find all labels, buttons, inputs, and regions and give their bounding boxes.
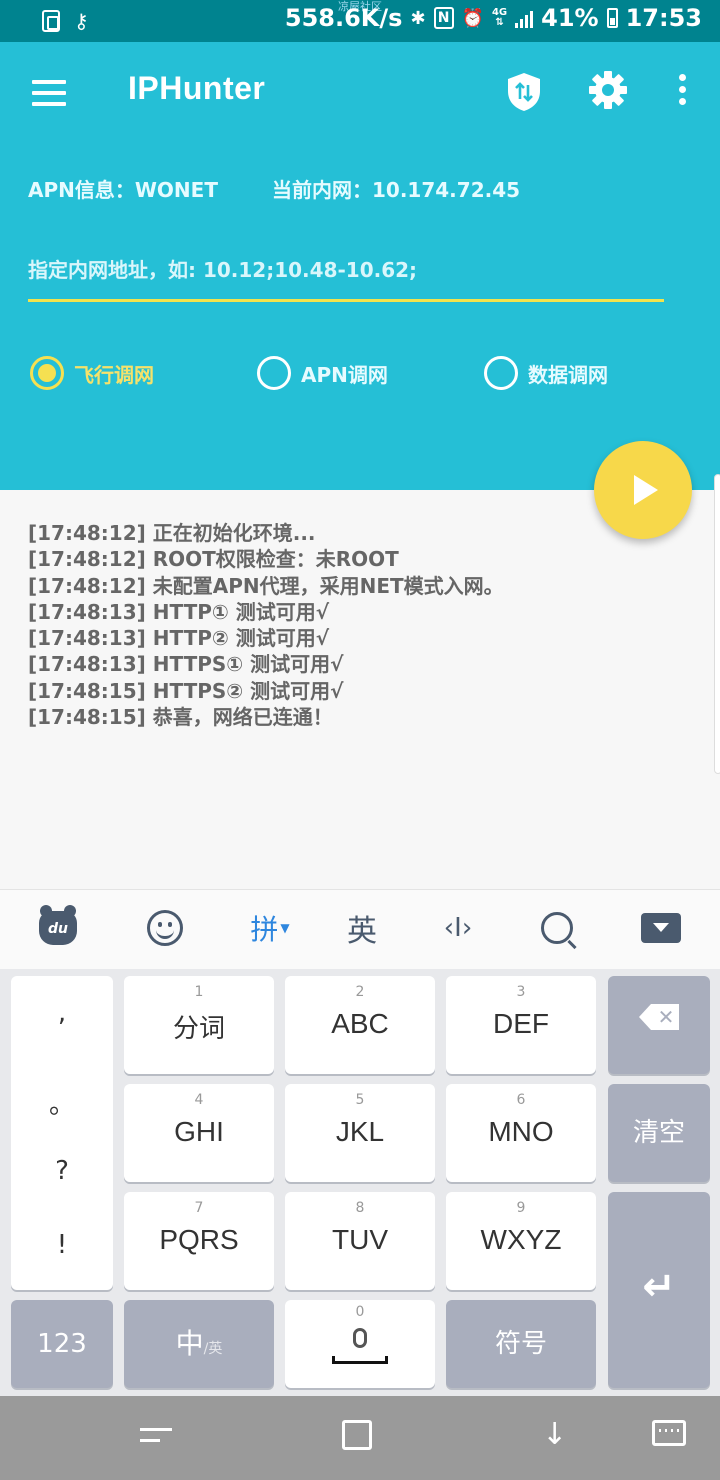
keyboard-toolbar: du 拼 ▼ 英 ‹I› — [0, 889, 720, 969]
log-line: [17:48:15] HTTPS② 测试可用√ — [28, 678, 344, 703]
cursor-move-icon[interactable]: ‹I› — [438, 906, 478, 950]
key-6-mno[interactable]: 6 MNO — [446, 1084, 596, 1182]
mode-data-radio[interactable]: 数据调网 — [484, 356, 608, 390]
back-icon[interactable]: ↓ — [542, 1420, 574, 1456]
search-icon[interactable] — [538, 906, 576, 950]
signal-icon — [515, 8, 534, 28]
backspace-key[interactable]: ✕ — [608, 976, 710, 1074]
gear-icon[interactable] — [588, 70, 628, 110]
mode-apn-label: APN调网 — [301, 362, 388, 387]
log-line: [17:48:13] HTTPS① 测试可用√ — [28, 652, 344, 677]
alarm-icon: ⏰ — [461, 7, 484, 29]
nfc-icon: N — [433, 7, 454, 29]
radio-unselected-icon — [257, 356, 291, 390]
keyboard-switch-icon[interactable] — [652, 1420, 686, 1446]
log-line: [17:48:12] 未配置APN代理，采用NET模式入网。 — [28, 573, 504, 598]
battery-icon — [606, 8, 618, 28]
log-line: [17:48:13] HTTP① 测试可用√ — [28, 599, 330, 624]
battery-percent: 41% — [541, 4, 599, 32]
pinyin-mode-button[interactable]: 拼 ▼ — [240, 906, 300, 950]
key-7-pqrs[interactable]: 7 PQRS — [124, 1192, 274, 1290]
key-1-fenci[interactable]: 1 分词 — [124, 976, 274, 1074]
hide-keyboard-icon[interactable] — [640, 906, 682, 950]
punct-period-key[interactable]: 。 — [11, 1084, 113, 1121]
mode-airplane-radio[interactable]: 飞行调网 — [30, 356, 154, 390]
status-left-icons: ⚷ — [42, 10, 89, 32]
clear-key[interactable]: 清空 — [608, 1084, 710, 1182]
symbols-key[interactable]: 符号 — [446, 1300, 596, 1388]
log-panel: [17:48:12] 正在初始化环境... [17:48:12] ROOT权限检… — [28, 520, 628, 730]
microphone-icon — [353, 1328, 367, 1348]
recent-apps-icon[interactable] — [140, 1420, 172, 1456]
log-line: [17:48:12] ROOT权限检查：未ROOT — [28, 547, 399, 572]
lang-switch-key[interactable]: 中/英 — [124, 1300, 274, 1388]
num-switch-key[interactable]: 123 — [11, 1300, 113, 1388]
side-panel-handle[interactable] — [714, 474, 720, 774]
log-line: [17:48:13] HTTP② 测试可用√ — [28, 626, 330, 651]
radio-selected-icon — [30, 356, 64, 390]
menu-icon[interactable] — [32, 80, 66, 106]
mode-airplane-label: 飞行调网 — [74, 362, 154, 387]
more-vert-icon[interactable] — [670, 74, 694, 108]
backspace-icon: ✕ — [639, 1004, 679, 1030]
mode-data-label: 数据调网 — [528, 362, 608, 387]
emoji-icon[interactable] — [146, 906, 184, 950]
space-key[interactable]: 0 — [285, 1300, 435, 1388]
key-8-tuv[interactable]: 8 TUV — [285, 1192, 435, 1290]
home-icon[interactable] — [342, 1420, 372, 1450]
punctuation-column: , 。 ? ! — [11, 976, 113, 1290]
key-icon: ⚷ — [74, 9, 89, 33]
clock: 17:53 — [625, 4, 702, 32]
shield-icon[interactable] — [506, 72, 542, 112]
system-nav-bar: ↓ — [0, 1396, 720, 1480]
bluetooth-icon: ✱ — [410, 7, 426, 29]
key-3-def[interactable]: 3 DEF — [446, 976, 596, 1074]
apn-info: APN信息：WONET — [28, 178, 218, 202]
punct-question-key[interactable]: ? — [11, 1156, 113, 1186]
mode-apn-radio[interactable]: APN调网 — [257, 356, 388, 390]
key-9-wxyz[interactable]: 9 WXYZ — [446, 1192, 596, 1290]
status-bar: ⚷ 凉屋社区 558.6K/s ✱ N ⏰ 4G ⇅ 41% 17:53 — [0, 0, 720, 42]
space-icon — [332, 1356, 388, 1364]
net-speed: 558.6K/s — [284, 4, 403, 32]
punct-exclaim-key[interactable]: ! — [11, 1230, 113, 1260]
key-4-ghi[interactable]: 4 GHI — [124, 1084, 274, 1182]
t9-keyboard: , 。 ? ! 1 分词 2 ABC 3 DEF ✕ 4 GHI 5 JKL 6 MNO 清… — [0, 969, 720, 1396]
target-ip-input[interactable] — [28, 248, 664, 302]
enter-icon: ↵ — [642, 1264, 676, 1310]
log-line: [17:48:12] 正在初始化环境... — [28, 521, 316, 545]
key-2-abc[interactable]: 2 ABC — [285, 976, 435, 1074]
current-ip: 当前内网：10.174.72.45 — [272, 178, 521, 202]
app-header: IPHunter APN信息：WONET 当前内网：10.174.72.45 飞… — [0, 42, 720, 490]
status-right-icons: 558.6K/s ✱ N ⏰ 4G ⇅ 41% 17:53 — [285, 4, 702, 32]
punct-comma-key[interactable]: , — [11, 998, 113, 1028]
app-title: IPHunter — [128, 70, 266, 106]
english-mode-button[interactable]: 英 — [340, 906, 384, 950]
enter-key[interactable]: ↵ — [608, 1192, 710, 1388]
key-5-jkl[interactable]: 5 JKL — [285, 1084, 435, 1182]
network-type: 4G ⇅ — [491, 7, 508, 28]
baidu-input-logo-icon[interactable]: du — [38, 905, 78, 950]
caret-down-icon: ▼ — [280, 921, 290, 935]
log-line: [17:48:15] 恭喜，网络已连通！ — [28, 705, 333, 730]
radio-unselected-icon — [484, 356, 518, 390]
document-icon — [42, 10, 60, 32]
